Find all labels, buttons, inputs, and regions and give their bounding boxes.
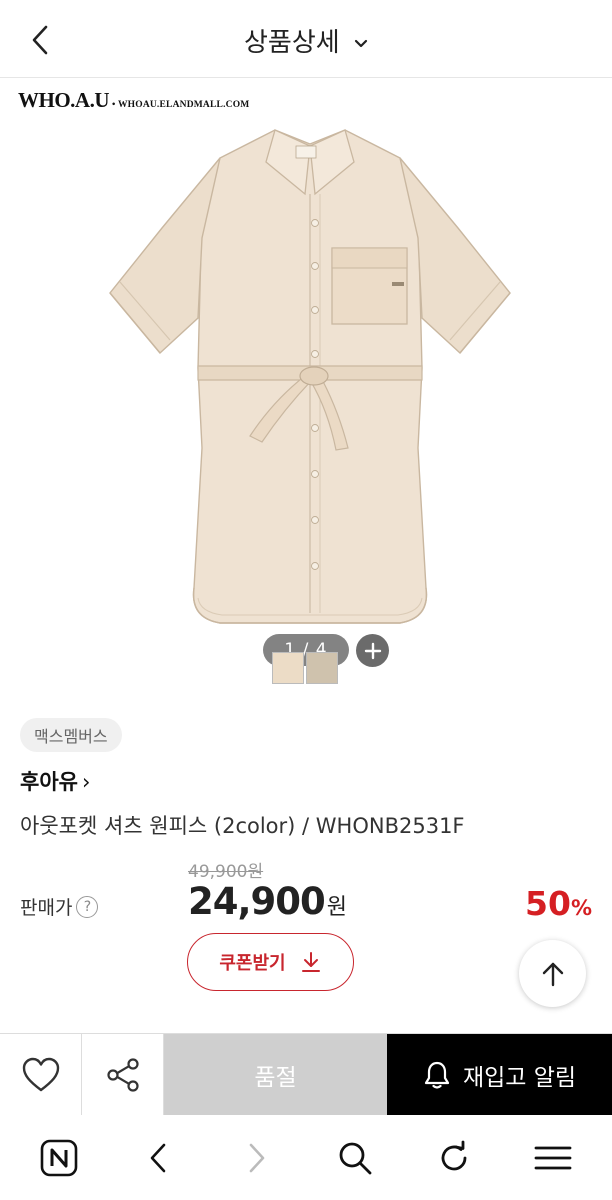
coupon-download-button[interactable]: 쿠폰받기: [187, 933, 354, 991]
chevron-right-icon: [249, 1143, 264, 1172]
coupon-label: 쿠폰받기: [219, 953, 286, 974]
nav-back-button[interactable]: [128, 1128, 188, 1188]
download-icon: [301, 952, 320, 972]
scroll-top-button[interactable]: [519, 940, 586, 1007]
brand-name: 후아유: [20, 770, 78, 794]
brand-banner: WHO.A.U • WHOAU.ELANDMALL.COM: [18, 88, 249, 113]
page-title[interactable]: 상품상세: [0, 22, 612, 59]
nav-forward-button[interactable]: [227, 1128, 287, 1188]
menu-icon: [534, 1146, 572, 1169]
color-swatch-khaki[interactable]: [306, 652, 338, 684]
nav-menu-button[interactable]: [523, 1128, 583, 1188]
nav-refresh-button[interactable]: [424, 1128, 484, 1188]
share-icon: [106, 1058, 139, 1092]
plus-icon: [364, 642, 381, 659]
refresh-icon: [441, 1140, 467, 1170]
brand-url: • WHOAU.ELANDMALL.COM: [112, 100, 250, 110]
search-icon: [339, 1142, 372, 1174]
share-button[interactable]: [82, 1034, 164, 1116]
currency-unit: 원: [326, 895, 348, 920]
brand-link[interactable]: 후아유 ›: [20, 766, 90, 796]
restock-label: 재입고 알림: [462, 1065, 577, 1091]
product-image[interactable]: [100, 118, 520, 638]
arrow-up-icon: [542, 962, 563, 986]
product-name: 아웃포켓 셔츠 원피스 (2color) / WHONB2531F: [20, 814, 465, 838]
app-header: 상품상세: [0, 0, 612, 78]
heart-icon: [22, 1057, 59, 1092]
sale-price: 24,900 원: [188, 880, 347, 923]
help-icon[interactable]: ?: [76, 895, 99, 918]
chevron-right-icon: ›: [81, 770, 91, 794]
wishlist-button[interactable]: [0, 1034, 82, 1116]
chevron-left-icon: [150, 1143, 166, 1172]
nav-search-button[interactable]: [325, 1128, 385, 1188]
nav-home-button[interactable]: [29, 1128, 89, 1188]
browser-nav-bar: [0, 1115, 612, 1200]
discount-value: 50: [525, 884, 571, 923]
membership-badge: 맥스멤버스: [20, 718, 122, 752]
naver-n-icon: [41, 1139, 78, 1176]
page-title-label: 상품상세: [244, 28, 340, 58]
chevron-down-icon: [354, 39, 368, 47]
purchase-action-bar: 품절 재입고 알림: [0, 1033, 612, 1116]
restock-alert-button[interactable]: 재입고 알림: [387, 1034, 612, 1116]
price-label-text: 판매가: [20, 897, 73, 919]
discount-unit: %: [570, 896, 592, 920]
zoom-button[interactable]: [356, 634, 389, 667]
original-price: 49,900원: [188, 862, 264, 882]
discount-rate: 50%: [525, 884, 592, 923]
sale-price-value: 24,900: [188, 880, 326, 923]
brand-logo: WHO.A.U: [18, 88, 110, 112]
price-label: 판매가 ?: [20, 893, 99, 920]
bell-icon: [424, 1061, 450, 1089]
soldout-button: 품절: [164, 1034, 387, 1116]
color-swatch-beige[interactable]: [272, 652, 304, 684]
